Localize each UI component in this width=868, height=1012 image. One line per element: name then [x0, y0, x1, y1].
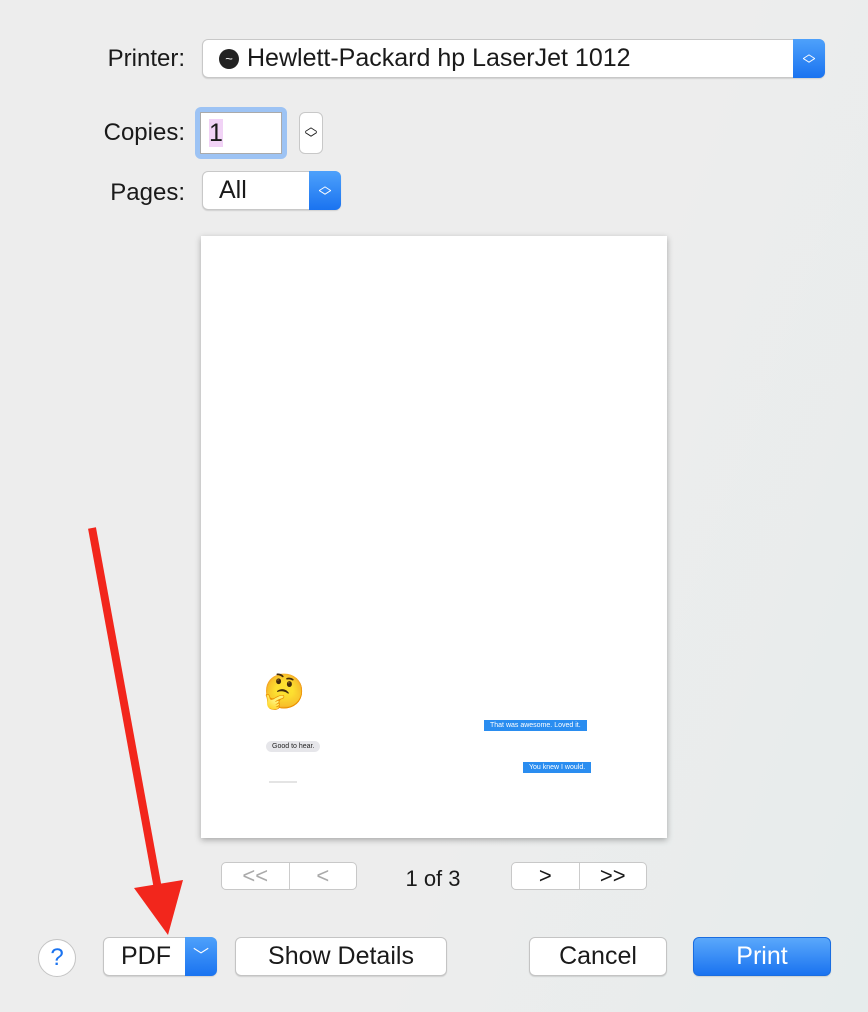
arrow-shaft [88, 527, 164, 901]
arrow-head [134, 880, 183, 935]
annotation-arrow [88, 527, 183, 935]
